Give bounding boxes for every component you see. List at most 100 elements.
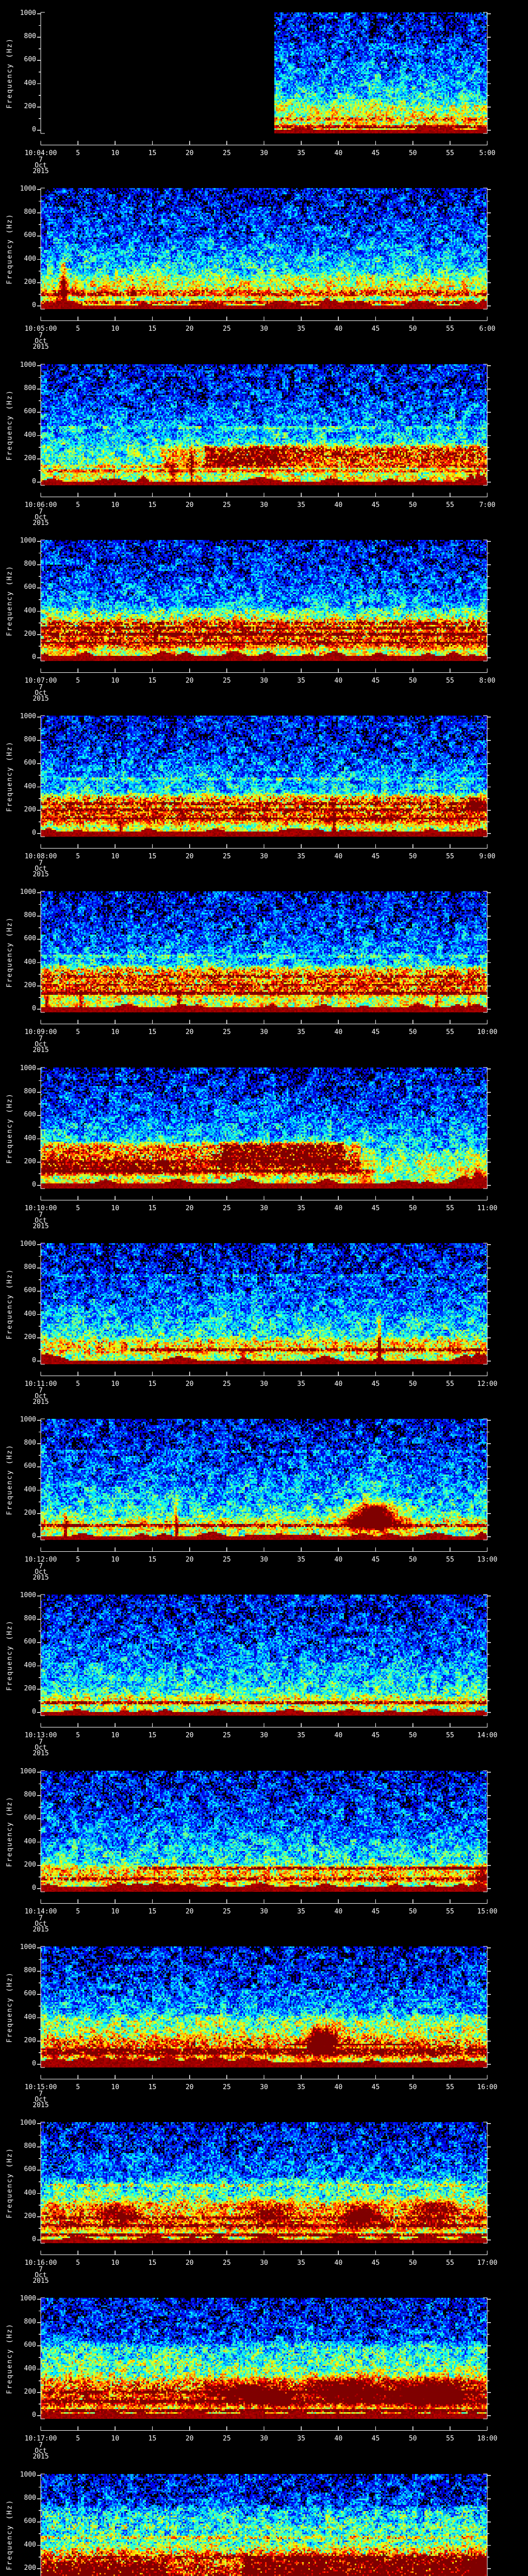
x-tick-label: 45 [371,677,380,685]
x-tick-label: 30 [260,149,268,157]
x-tick-label: 20 [185,325,194,333]
x-tick-label: 15 [148,325,157,333]
y-tick-label: 1000 [20,9,36,17]
x-tick-label: 45 [371,1908,380,1916]
y-axis-title: Frequency (Hz) [6,1971,14,2043]
x-tick-label: 50 [408,853,417,860]
x-tick-label: 55 [446,501,454,509]
x-tick-label: 30 [260,2259,268,2267]
x-tick-label: 5 [76,2435,80,2443]
date-line: 2015 [32,2453,49,2461]
y-tick-label: 600 [24,1990,36,1998]
x-tick-label: 25 [223,501,231,509]
y-tick-label: 400 [24,1310,36,1318]
x-tick-label: 15 [148,1205,157,1212]
x-tick-label: 5 [76,1732,80,1739]
x-tick-label: 50 [408,2259,417,2267]
x-tick-label: 20 [185,2083,194,2091]
x-end-time-label: 16:00 [477,2083,498,2091]
y-tick-label: 800 [24,1088,36,1096]
y-tick-label: 200 [24,1860,36,1869]
x-tick-label: 50 [408,677,417,685]
x-tick-label: 45 [371,2083,380,2091]
x-tick-label: 40 [334,149,343,157]
x-tick-label: 5 [76,149,80,157]
x-tick-label: 10 [111,325,120,333]
x-tick-label: 25 [223,853,231,860]
x-tick-label: 20 [185,2259,194,2267]
x-end-time-label: 14:00 [477,1732,498,1739]
x-tick-label: 30 [260,2435,268,2443]
x-tick-label: 10 [111,677,120,685]
y-tick-label: 200 [24,278,36,286]
y-tick-label: 600 [24,1286,36,1295]
x-tick-label: 10 [111,501,120,509]
x-tick-label: 30 [260,677,268,685]
y-tick-label: 600 [24,2165,36,2174]
x-tick-label: 15 [148,853,157,860]
y-tick-label: 1000 [20,2470,36,2479]
y-axis-title: Frequency (Hz) [6,740,14,812]
x-tick-label: 25 [223,1205,231,1212]
y-axis-title: Frequency (Hz) [6,1795,14,1867]
x-tick-label: 20 [185,1028,194,1036]
x-tick-label: 10 [111,2435,120,2443]
x-tick-label: 50 [408,1205,417,1212]
y-tick-label: 0 [32,477,36,485]
spectrogram-panel-14: Frequency (Hz) 0 200 400 600 800 1000 5 10 15 20 25… [0,2285,528,2462]
x-end-time-label: 17:00 [477,2259,498,2267]
y-tick-label: 400 [24,2364,36,2372]
y-tick-label: 0 [32,1004,36,1012]
x-tick-label: 55 [446,149,454,157]
y-tick-label: 200 [24,2564,36,2572]
y-tick-label: 0 [32,2235,36,2243]
y-tick-label: 0 [32,125,36,133]
x-tick-label: 10 [111,1028,120,1036]
x-tick-label: 45 [371,1380,380,1388]
y-tick-label: 400 [24,255,36,263]
x-tick-label: 35 [297,1732,305,1739]
y-tick-label: 200 [24,102,36,110]
x-tick-label: 40 [334,2083,343,2091]
x-tick-label: 50 [408,1556,417,1564]
y-tick-label: 1000 [20,1240,36,1248]
date-line: 2015 [32,1223,49,1230]
x-tick-label: 50 [408,1028,417,1036]
x-tick-label: 25 [223,1380,231,1388]
spectrogram-panel-9: Frequency (Hz) 0 200 400 600 800 1000 5 10 15 20 25… [0,1406,528,1583]
x-tick-label: 15 [148,501,157,509]
x-tick-label: 20 [185,853,194,860]
x-tick-label: 20 [185,1380,194,1388]
x-tick-label: 5 [76,1908,80,1916]
x-tick-label: 15 [148,1732,157,1739]
y-tick-label: 200 [24,1157,36,1165]
y-tick-label: 800 [24,2494,36,2502]
x-tick-label: 40 [334,1205,343,1212]
x-start-time-label: 10:16:00 [24,2259,57,2267]
x-tick-label: 20 [185,2435,194,2443]
x-tick-label: 55 [446,1732,454,1739]
x-tick-label: 10 [111,1556,120,1564]
y-tick-label: 200 [24,981,36,989]
spectrogram-panel-4: Frequency (Hz) 0 200 400 600 800 1000 5 10 15 20 25… [0,528,528,704]
x-end-time-label: 6:00 [479,325,496,333]
x-tick-label: 20 [185,1556,194,1564]
y-tick-label: 800 [24,1791,36,1799]
x-start-time-label: 10:04:00 [24,149,57,157]
x-start-time-label: 10:07:00 [24,677,57,685]
x-tick-label: 30 [260,1205,268,1212]
y-tick-label: 800 [24,1967,36,1975]
x-tick-label: 45 [371,1556,380,1564]
x-tick-label: 35 [297,2435,305,2443]
x-tick-label: 55 [446,1380,454,1388]
x-tick-label: 25 [223,149,231,157]
x-tick-label: 10 [111,2083,120,2091]
y-axis-title: Frequency (Hz) [6,565,14,636]
y-tick-label: 800 [24,560,36,568]
spectrogram-panel-1: Frequency (Hz) 0 200 400 600 800 1000 5 10 15 20 25… [0,0,528,176]
spectrogram-panel-15: Frequency (Hz)02004006008001000510152025… [0,2462,528,2576]
x-tick-label: 10 [111,1380,120,1388]
y-tick-label: 800 [24,2142,36,2150]
x-tick-label: 30 [260,853,268,860]
x-tick-label: 15 [148,149,157,157]
